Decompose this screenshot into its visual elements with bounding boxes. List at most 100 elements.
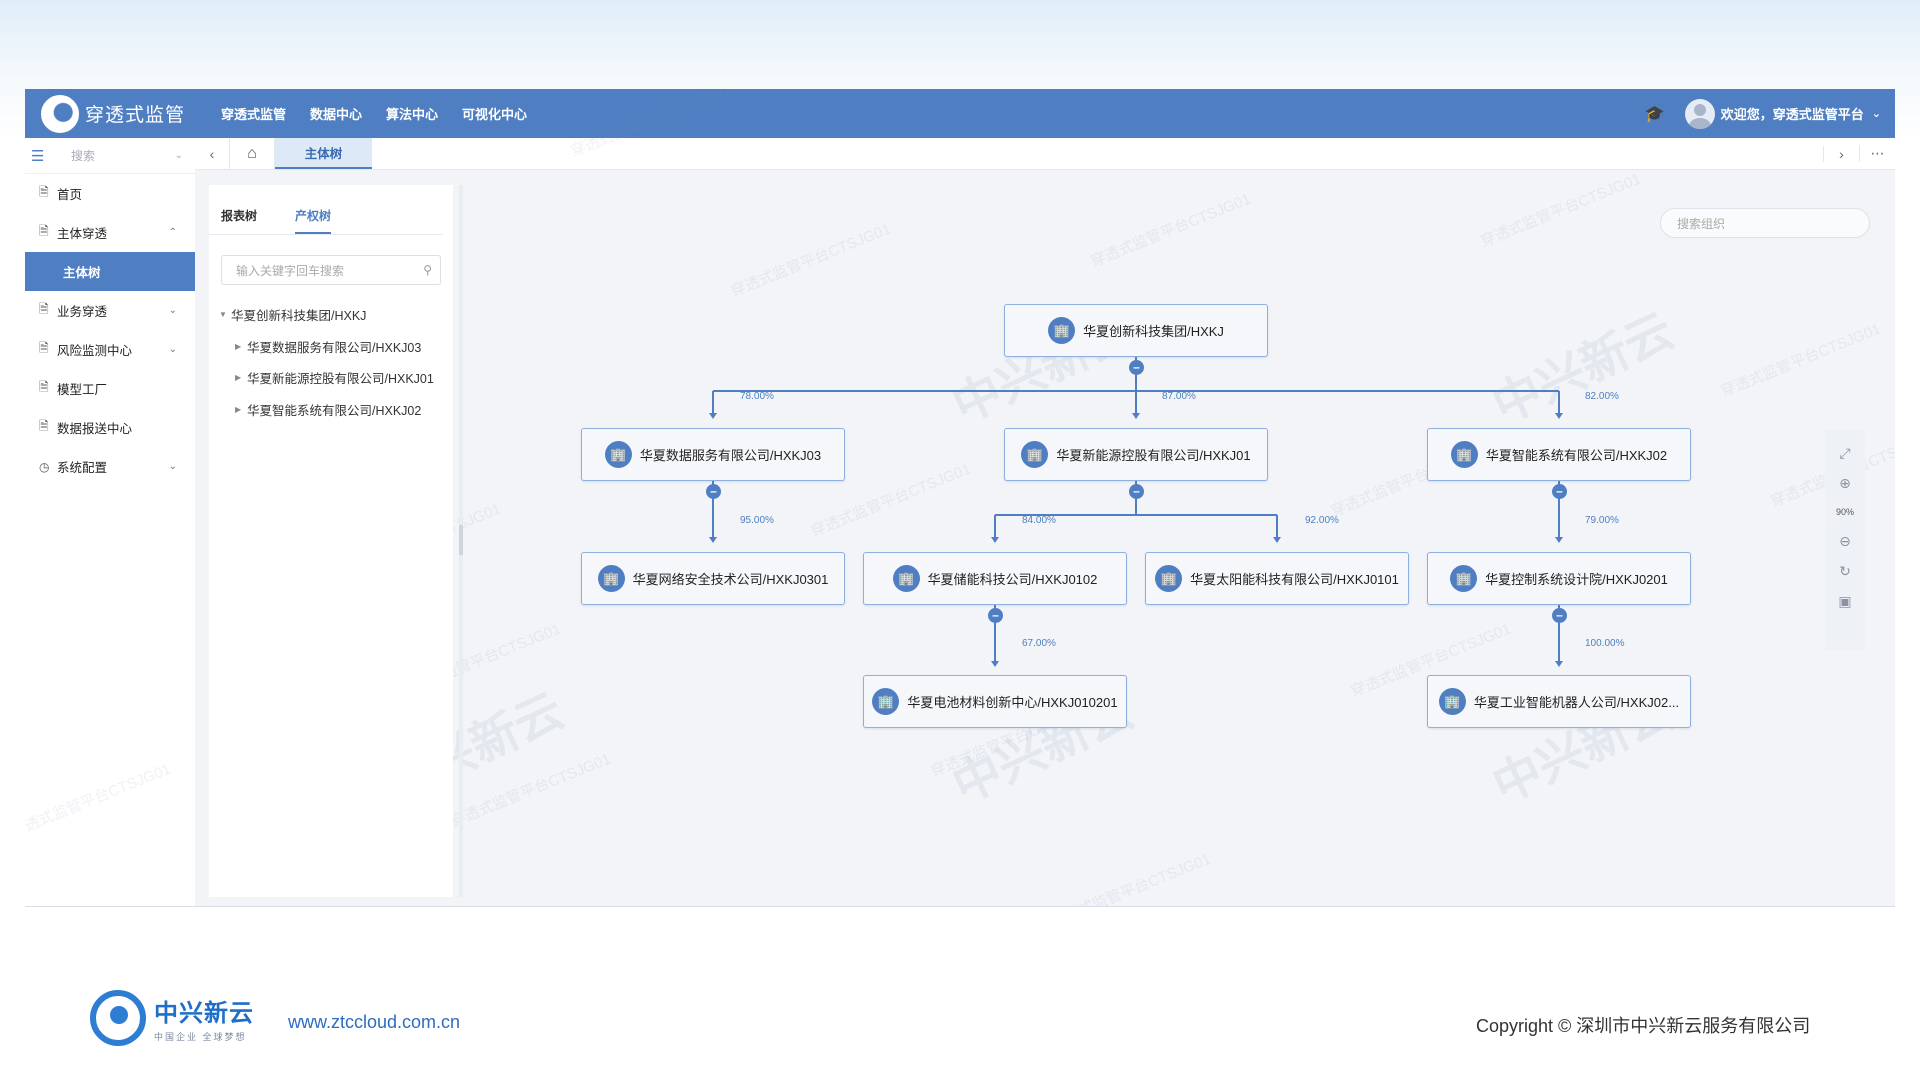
org-node[interactable]: 🏢 华夏储能科技公司/HXKJ0102 [863,552,1127,605]
sidebar-item-risk-monitoring[interactable]: 🗎 风险监测中心 ⌄ [25,330,195,369]
org-node[interactable]: 🏢 华夏智能系统有限公司/HXKJ02 [1427,428,1691,481]
nav-item-algorithm-center[interactable]: 算法中心 [386,104,438,123]
org-node-label: 华夏智能系统有限公司/HXKJ02 [1485,448,1668,463]
footer-url[interactable]: www.ztccloud.com.cn [288,1012,460,1033]
user-area: 🎓 欢迎您，穿透式监管平台 ⌄ [1645,98,1881,129]
image-export-icon[interactable]: ▣ [1838,586,1851,616]
caret-right-icon[interactable]: ▶ [235,373,247,382]
tree-node[interactable]: ▶ 华夏数据服务有限公司/HXKJ03 [209,331,453,363]
nav-item-penetration[interactable]: 穿透式监管 [221,104,286,123]
share-percent: 95.00% [740,515,774,526]
building-icon: 🏢 [1048,317,1076,344]
sidebar-item-entity-penetration[interactable]: 🗎 主体穿透 ⌃ [25,213,195,252]
more-icon[interactable]: ⋯ [1859,145,1895,162]
sidebar-item-model-factory[interactable]: 🗎 模型工厂 [25,369,195,408]
building-icon: 🏢 [1021,441,1049,468]
graduation-cap-icon[interactable]: 🎓 [1645,104,1665,124]
logo-text: 穿透式监管 [85,105,186,126]
chevron-down-icon[interactable]: ⌄ [1872,107,1881,120]
tab-scroll-left-icon[interactable]: ‹ [195,146,229,162]
caret-right-icon[interactable]: ▶ [235,405,247,414]
chevron-down-icon: ⌄ [168,344,177,355]
org-node[interactable]: 🏢 华夏太阳能科技有限公司/HXKJ0101 [1145,552,1409,605]
search-icon[interactable]: ⚲ [423,263,432,277]
collapse-toggle[interactable]: – [1552,608,1567,623]
org-node-label: 华夏创新科技集团/HXKJ [1083,324,1224,339]
refresh-icon[interactable]: ↻ [1839,556,1851,586]
tab-report-tree[interactable]: 报表树 [221,207,257,234]
zoom-out-icon[interactable]: ⊖ [1839,526,1851,556]
home-tab[interactable]: ⌂ [229,137,275,170]
tab-scroll-right-icon[interactable]: › [1823,145,1859,162]
sidebar: ☰ 搜索 ⌄ 🗎 首页 🗎 主体穿透 ⌃ 主体树 🗎 业务穿透 ⌄ 🗎 风险监测… [25,138,195,906]
tree-node[interactable]: ▶ 华夏新能源控股有限公司/HXKJ01 [209,362,453,394]
avatar[interactable] [1684,98,1715,129]
collapse-toggle[interactable]: – [706,484,721,499]
app-logo[interactable]: 穿透式监管 [41,94,221,133]
user-greeting[interactable]: 欢迎您，穿透式监管平台 [1721,104,1864,123]
top-nav: 穿透式监管 数据中心 算法中心 可视化中心 [221,104,551,123]
collapse-toggle[interactable]: – [1129,484,1144,499]
org-chart: 搜索组织 🏢 华夏创新科技集团/HXKJ 🏢 华夏数据服务有限公司/HXKJ03… [465,185,1885,897]
panel-resizer[interactable] [459,185,463,897]
sidebar-item-system-config[interactable]: ◷ 系统配置 ⌄ [25,447,195,486]
collapse-toggle[interactable]: – [988,608,1003,623]
sidebar-item-data-reporting[interactable]: 🗎 数据报送中心 [25,408,195,447]
building-icon: 🏢 [597,565,625,592]
tree-search-input[interactable]: 输入关键字回车搜索 ⚲ [221,255,441,285]
chevron-down-icon: ⌄ [168,461,177,472]
share-percent: 67.00% [1022,638,1056,649]
chevron-up-icon: ⌃ [168,227,177,238]
sidebar-item-business-penetration[interactable]: 🗎 业务穿透 ⌄ [25,291,195,330]
footer-slogan: 中国企业 全球梦想 [154,1032,247,1042]
building-icon: 🏢 [1155,565,1183,592]
collapse-toggle[interactable]: – [1129,360,1144,375]
caret-down-icon[interactable]: ▼ [219,310,231,319]
sidebar-item-home[interactable]: 🗎 首页 [25,174,195,213]
org-node[interactable]: 🏢 华夏工业智能机器人公司/HXKJ02... [1427,675,1691,728]
share-percent: 79.00% [1585,515,1619,526]
org-node-label: 华夏数据服务有限公司/HXKJ03 [639,448,822,463]
sidebar-item-label: 主体穿透 [57,227,108,241]
org-node[interactable]: 🏢 华夏网络安全技术公司/HXKJ0301 [581,552,845,605]
nav-item-data-center[interactable]: 数据中心 [310,104,362,123]
tree-node-root[interactable]: ▼ 华夏创新科技集团/HXKJ [209,299,453,331]
sidebar-item-label: 主体树 [63,266,101,280]
doc-icon: 🗎 [39,341,49,355]
org-node-label: 华夏太阳能科技有限公司/HXKJ0101 [1190,572,1399,587]
caret-right-icon[interactable]: ▶ [235,342,247,351]
sidebar-search[interactable]: ☰ 搜索 ⌄ [25,138,195,174]
tree-panel: 报表树 产权树 输入关键字回车搜索 ⚲ ▼ 华夏创新科技集团/HXKJ ▶ 华夏… [209,185,453,897]
tab-equity-tree[interactable]: 产权树 [295,207,332,234]
fullscreen-icon[interactable]: ⤢ [1839,438,1850,468]
collapse-toggle[interactable]: – [1552,484,1567,499]
tree-search-placeholder: 输入关键字回车搜索 [236,263,345,278]
footer-brand: 中兴新云 [154,1000,254,1027]
top-bar: 穿透式监管 穿透式监管 数据中心 算法中心 可视化中心 🎓 欢迎您，穿透式监管平… [25,89,1895,138]
nav-item-visualization-center[interactable]: 可视化中心 [462,104,527,123]
org-node[interactable]: 🏢 华夏新能源控股有限公司/HXKJ01 [1004,428,1268,481]
org-node-root[interactable]: 🏢 华夏创新科技集团/HXKJ [1004,304,1268,357]
sidebar-item-label: 模型工厂 [57,383,108,397]
doc-icon: 🗎 [39,302,49,316]
org-node[interactable]: 🏢 华夏电池材料创新中心/HXKJ010201 [863,675,1127,728]
sidebar-item-label: 系统配置 [57,461,108,475]
tab-entity-tree[interactable]: 主体树 [275,138,372,169]
org-search-input[interactable]: 搜索组织 [1660,208,1870,238]
zoom-in-icon[interactable]: ⊕ [1839,468,1851,498]
tree-panel-tabs: 报表树 产权树 [209,185,443,235]
org-node-label: 华夏新能源控股有限公司/HXKJ01 [1056,448,1251,463]
org-node[interactable]: 🏢 华夏数据服务有限公司/HXKJ03 [581,428,845,481]
doc-icon: 🗎 [39,380,49,394]
doc-icon: 🗎 [39,185,49,199]
share-percent: 82.00% [1585,391,1619,402]
sidebar-item-label: 首页 [57,188,83,202]
clock-icon: ◷ [39,459,50,474]
tree-node[interactable]: ▶ 华夏智能系统有限公司/HXKJ02 [209,394,453,426]
sidebar-item-entity-tree[interactable]: 主体树 [25,252,195,291]
tree-node-label: 华夏智能系统有限公司/HXKJ02 [247,403,422,418]
share-percent: 92.00% [1305,515,1339,526]
org-node-label: 华夏工业智能机器人公司/HXKJ02... [1473,695,1680,710]
org-node[interactable]: 🏢 华夏控制系统设计院/HXKJ0201 [1427,552,1691,605]
menu-toggle-icon[interactable]: ☰ [31,147,49,165]
